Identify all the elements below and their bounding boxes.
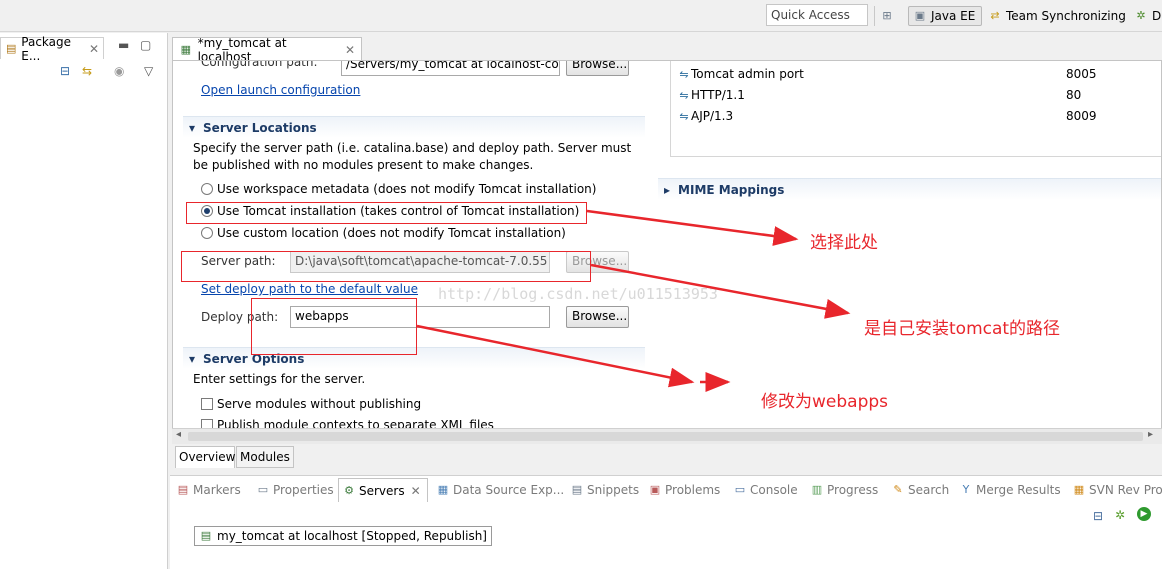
arrow-tomcat-path — [590, 263, 851, 319]
annotation-select-here: 选择此处 — [810, 233, 878, 253]
annotation-arrows — [416, 209, 851, 392]
arrow-webapps — [416, 324, 695, 388]
annotation-change-webapps: 修改为webapps — [761, 392, 889, 412]
annotation-tomcat-path: 是自己安装tomcat的路径 — [864, 319, 1061, 339]
arrow-select-here — [586, 209, 799, 246]
